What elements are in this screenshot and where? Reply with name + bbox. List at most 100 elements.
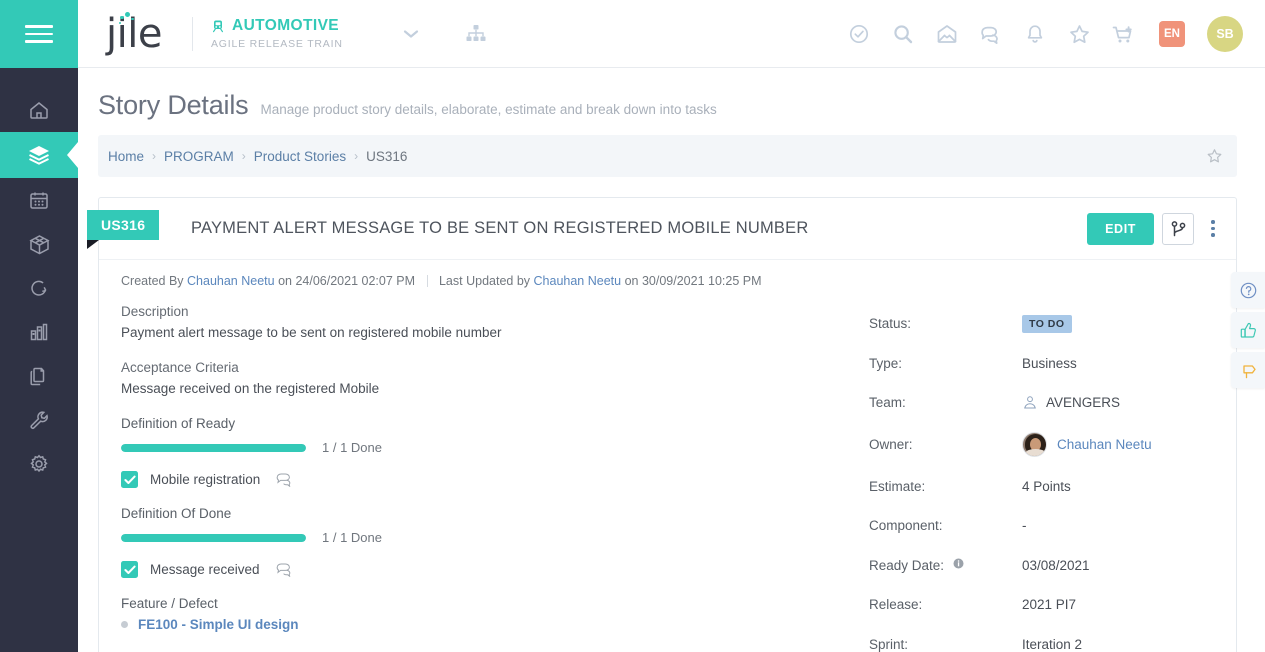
feedback-like-button[interactable] [1231,312,1265,348]
cart-add-icon [1112,25,1132,42]
check-circle-icon-button[interactable] [837,12,881,56]
breadcrumb-separator: › [354,149,359,163]
feature-defect-label: Feature / Defect [121,596,218,611]
thumbs-up-icon [1240,322,1256,338]
chat-icon-button[interactable] [969,12,1013,56]
project-subtitle: AGILE RELEASE TRAIN [211,38,343,50]
created-by-prefix: Created By [121,274,184,288]
dor-comment-button[interactable] [276,472,293,487]
sprint-label: Sprint: [869,636,909,652]
detail-row-owner: Owner: Chauhan Neetu [869,423,1236,467]
detail-row-type: Type: Business [869,344,1236,384]
bell-icon-button[interactable] [1013,12,1057,56]
breadcrumb-item-home[interactable]: Home [108,149,144,164]
hamburger-menu-button[interactable] [0,0,78,68]
story-id-badge[interactable]: US316 [87,210,160,249]
dor-item-label: Mobile registration [150,472,261,487]
dod-checkbox[interactable] [121,561,138,578]
page-header: Story Details Manage product story detai… [78,68,1265,121]
updated-on-date: 30/09/2021 10:25 PM [641,274,762,288]
sidebar-item-tools[interactable] [0,398,78,442]
page-subtitle: Manage product story details, elaborate,… [260,102,717,117]
story-title: PAYMENT ALERT MESSAGE TO BE SENT ON REGI… [191,219,809,237]
detail-row-status: Status: TO DO [869,304,1236,344]
dod-comment-button[interactable] [276,562,293,577]
bullet-dot-icon [121,621,128,628]
updated-on-prefix: on [624,274,639,288]
project-name: AUTOMOTIVE [232,17,340,34]
mail-icon [937,24,957,43]
info-icon[interactable] [953,558,964,569]
definition-of-done-progress: 1 / 1 Done [121,530,859,545]
project-dropdown-button[interactable] [395,21,427,47]
sidebar-item-sync[interactable] [0,266,78,310]
logo-wordmark: jile [106,10,162,57]
breadcrumb-item-product-stories[interactable]: Product Stories [254,149,346,164]
definition-of-ready-progress: 1 / 1 Done [121,440,859,455]
branch-button[interactable] [1162,212,1194,245]
sidebar-item-backlog[interactable] [0,132,78,178]
jile-logo[interactable]: jile [106,11,174,57]
help-button[interactable] [1231,272,1265,308]
search-icon [894,24,913,43]
check-icon [123,565,136,574]
search-icon-button[interactable] [881,12,925,56]
sidebar-item-releases[interactable] [0,222,78,266]
progress-track [121,443,306,452]
sidebar-item-settings[interactable] [0,442,78,486]
sidebar-item-documents[interactable] [0,354,78,398]
component-label: Component: [869,518,943,534]
more-options-button[interactable] [1204,214,1222,244]
project-selector[interactable]: AUTOMOTIVE AGILE RELEASE TRAIN [211,17,343,50]
mail-icon-button[interactable] [925,12,969,56]
layers-icon [29,146,49,165]
train-icon [211,19,225,33]
help-widget-stack [1231,272,1265,392]
star-icon-button[interactable] [1057,12,1101,56]
sidebar-item-reports[interactable] [0,310,78,354]
estimate-label: Estimate: [869,478,926,494]
breadcrumb-item-current: US316 [366,148,408,164]
detail-row-ready-date: Ready Date: 03/08/2021 [869,546,1236,586]
hamburger-icon [25,20,53,48]
cart-icon-button[interactable] [1101,12,1145,56]
org-chart-icon [466,25,486,41]
definition-of-done-progress-text: 1 / 1 Done [322,530,382,545]
sidebar-item-home[interactable] [0,88,78,132]
story-details-page: jile AUTOMOTIVE AGILE RELEASE TRAIN EN S… [0,0,1265,652]
detail-row-release: Release: 2021 PI7 [869,585,1236,625]
dor-checkbox[interactable] [121,471,138,488]
updated-by-link[interactable]: Chauhan Neetu [534,274,622,288]
description-value: Payment alert message to be sent on regi… [121,325,502,340]
detail-row-estimate: Estimate: 4 Points [869,467,1236,507]
top-header: jile AUTOMOTIVE AGILE RELEASE TRAIN EN S… [78,0,1265,68]
breadcrumb-item-program[interactable]: PROGRAM [164,149,234,164]
detail-row-component: Component: - [869,506,1236,546]
team-group-icon [1022,395,1038,410]
owner-value[interactable]: Chauhan Neetu [1057,437,1152,452]
header-divider [192,16,193,51]
feature-defect-link[interactable]: FE100 - Simple UI design [138,617,299,632]
language-badge[interactable]: EN [1159,20,1185,47]
type-label: Type: [869,355,903,371]
progress-track [121,533,306,542]
sidebar-item-calendar[interactable] [0,178,78,222]
story-right-column: Status: TO DO Type: Business Team: AVENG… [859,304,1236,652]
favorite-star-button[interactable] [1206,148,1223,164]
org-chart-button[interactable] [459,18,493,49]
feedback-flag-button[interactable] [1231,352,1265,388]
story-card: US316 PAYMENT ALERT MESSAGE TO BE SENT O… [87,197,1237,652]
dod-item-label: Message received [150,562,260,577]
edit-button[interactable]: EDIT [1087,212,1154,245]
acceptance-criteria-value: Message received on the registered Mobil… [121,381,380,396]
owner-label: Owner: [869,437,913,452]
calendar-icon [30,192,48,209]
story-actions: EDIT [1087,212,1222,245]
user-avatar[interactable]: SB [1207,15,1243,52]
created-on-date: 24/06/2021 02:07 PM [295,274,416,288]
created-by-link[interactable]: Chauhan Neetu [187,274,275,288]
vertical-dots-icon [1211,220,1215,224]
definition-of-ready-label: Definition of Ready [121,416,236,431]
wrench-icon [30,411,48,429]
status-badge: TO DO [1022,314,1072,333]
